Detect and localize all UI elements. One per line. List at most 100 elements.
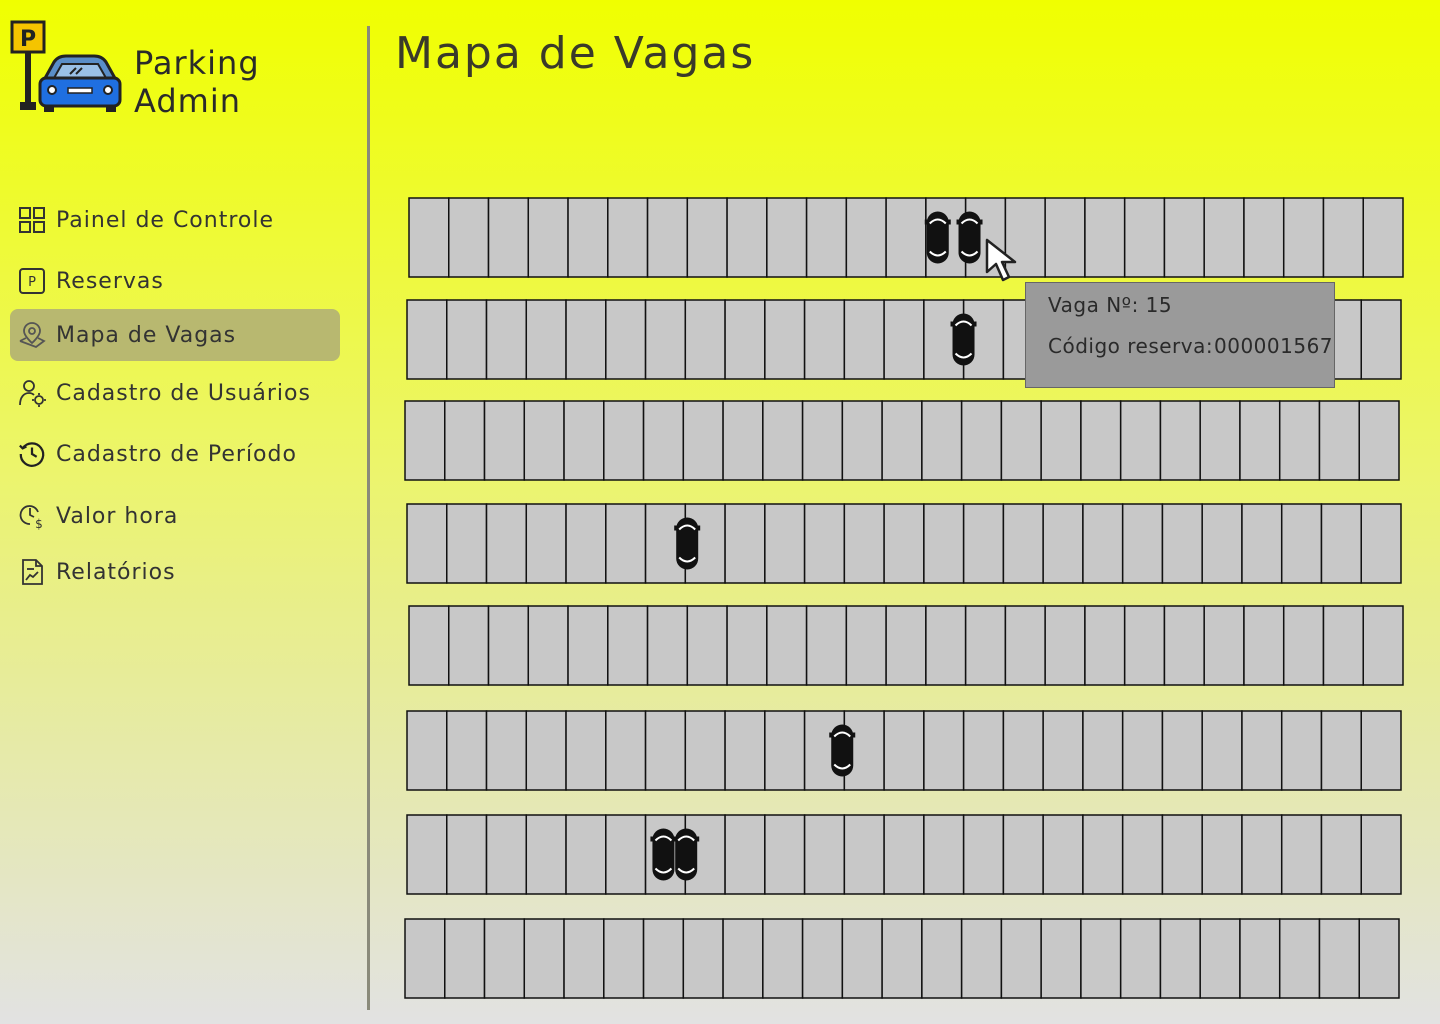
parking-spot[interactable] bbox=[881, 400, 923, 481]
parking-spot[interactable] bbox=[803, 503, 846, 584]
parking-spot[interactable] bbox=[1044, 605, 1086, 686]
parking-spot[interactable] bbox=[1159, 918, 1201, 999]
parking-spot[interactable] bbox=[682, 400, 724, 481]
parking-spot[interactable] bbox=[567, 197, 609, 278]
parking-spot[interactable] bbox=[446, 710, 488, 791]
parking-spot[interactable] bbox=[1000, 918, 1042, 999]
parking-spot[interactable] bbox=[883, 299, 925, 380]
parking-spot[interactable] bbox=[885, 197, 927, 278]
parking-spot[interactable] bbox=[1161, 710, 1203, 791]
parking-spot[interactable] bbox=[1358, 918, 1400, 999]
parking-spot[interactable] bbox=[686, 605, 728, 686]
parking-spot[interactable] bbox=[1121, 814, 1164, 895]
parking-spot[interactable] bbox=[921, 918, 963, 999]
parking-spot[interactable] bbox=[565, 503, 607, 584]
parking-spot[interactable] bbox=[644, 299, 687, 380]
parking-spot[interactable] bbox=[406, 814, 448, 895]
parking-spot[interactable] bbox=[1000, 400, 1042, 481]
parking-spot[interactable] bbox=[885, 605, 927, 686]
parking-spot[interactable] bbox=[1360, 503, 1402, 584]
parking-spot[interactable] bbox=[1199, 918, 1241, 999]
parking-spot[interactable] bbox=[1203, 605, 1245, 686]
parking-spot[interactable] bbox=[1203, 197, 1245, 278]
parking-spot[interactable] bbox=[448, 605, 490, 686]
parking-spot[interactable] bbox=[724, 710, 766, 791]
parking-spot[interactable] bbox=[1002, 710, 1044, 791]
parking-spot[interactable] bbox=[843, 299, 885, 380]
parking-spot[interactable] bbox=[1121, 503, 1164, 584]
parking-spot[interactable] bbox=[805, 605, 848, 686]
parking-spot[interactable] bbox=[446, 299, 488, 380]
parking-spot[interactable] bbox=[1163, 605, 1205, 686]
parking-spot[interactable] bbox=[1084, 605, 1126, 686]
parking-spot[interactable] bbox=[1241, 814, 1283, 895]
parking-spot[interactable] bbox=[1121, 710, 1164, 791]
parking-spot[interactable] bbox=[646, 197, 689, 278]
parking-spot[interactable] bbox=[766, 605, 808, 686]
parking-spot[interactable] bbox=[1201, 503, 1243, 584]
parking-spot[interactable] bbox=[607, 197, 649, 278]
parking-spot[interactable] bbox=[605, 710, 647, 791]
parking-spot[interactable] bbox=[962, 503, 1005, 584]
parking-spot[interactable] bbox=[1358, 400, 1400, 481]
parking-spot[interactable] bbox=[1280, 710, 1323, 791]
parking-spot[interactable] bbox=[642, 918, 685, 999]
parking-spot[interactable] bbox=[962, 710, 1005, 791]
parking-spot[interactable] bbox=[1201, 814, 1243, 895]
parking-spot[interactable] bbox=[523, 918, 565, 999]
parking-spot[interactable] bbox=[565, 710, 607, 791]
parking-spot[interactable] bbox=[444, 400, 486, 481]
parking-spot[interactable] bbox=[563, 918, 605, 999]
parking-spot[interactable] bbox=[448, 197, 490, 278]
parking-spot[interactable] bbox=[1119, 918, 1162, 999]
parking-spot[interactable] bbox=[845, 605, 887, 686]
parking-spot[interactable] bbox=[766, 197, 808, 278]
parking-spot[interactable] bbox=[684, 710, 726, 791]
parking-spot[interactable] bbox=[724, 503, 766, 584]
parking-spot[interactable] bbox=[921, 400, 963, 481]
parking-spot[interactable] bbox=[603, 918, 645, 999]
parking-spot[interactable] bbox=[843, 503, 885, 584]
parking-spot[interactable] bbox=[923, 814, 965, 895]
parking-spot[interactable] bbox=[444, 918, 486, 999]
parking-spot[interactable] bbox=[642, 400, 685, 481]
parking-spot[interactable] bbox=[841, 918, 883, 999]
parking-spot[interactable] bbox=[485, 710, 528, 791]
parking-spot[interactable] bbox=[1318, 918, 1360, 999]
parking-spot[interactable] bbox=[1362, 197, 1404, 278]
parking-spot[interactable] bbox=[525, 503, 567, 584]
parking-spot[interactable] bbox=[923, 503, 965, 584]
parking-spot[interactable] bbox=[404, 918, 446, 999]
parking-spot[interactable] bbox=[1360, 299, 1402, 380]
parking-spot[interactable] bbox=[962, 814, 1005, 895]
parking-spot[interactable] bbox=[406, 710, 448, 791]
parking-spot[interactable] bbox=[1201, 710, 1243, 791]
parking-spot[interactable] bbox=[406, 503, 448, 584]
parking-spot[interactable] bbox=[1040, 918, 1082, 999]
parking-spot[interactable] bbox=[527, 197, 569, 278]
parking-spot[interactable] bbox=[1278, 400, 1321, 481]
parking-spot[interactable] bbox=[724, 299, 766, 380]
parking-spot[interactable] bbox=[682, 918, 724, 999]
parking-spot[interactable] bbox=[603, 400, 645, 481]
parking-spot[interactable] bbox=[1042, 814, 1084, 895]
parking-spot[interactable] bbox=[722, 400, 764, 481]
parking-spot[interactable] bbox=[605, 299, 647, 380]
parking-spot[interactable] bbox=[1080, 918, 1122, 999]
parking-spot[interactable] bbox=[845, 197, 887, 278]
parking-spot[interactable] bbox=[1042, 710, 1084, 791]
parking-spot[interactable] bbox=[1360, 710, 1402, 791]
parking-spot[interactable] bbox=[960, 400, 1003, 481]
parking-spot[interactable] bbox=[1199, 400, 1241, 481]
parking-spot[interactable] bbox=[1042, 503, 1084, 584]
parking-spot[interactable] bbox=[1161, 503, 1203, 584]
parking-spot[interactable] bbox=[408, 605, 450, 686]
parking-spot[interactable] bbox=[1282, 197, 1325, 278]
parking-spot[interactable] bbox=[483, 918, 526, 999]
parking-spot[interactable] bbox=[726, 197, 768, 278]
parking-spot[interactable] bbox=[1082, 814, 1124, 895]
parking-spot[interactable] bbox=[605, 503, 647, 584]
parking-spot[interactable] bbox=[764, 299, 806, 380]
parking-spot[interactable] bbox=[485, 814, 528, 895]
parking-spot[interactable] bbox=[801, 918, 844, 999]
